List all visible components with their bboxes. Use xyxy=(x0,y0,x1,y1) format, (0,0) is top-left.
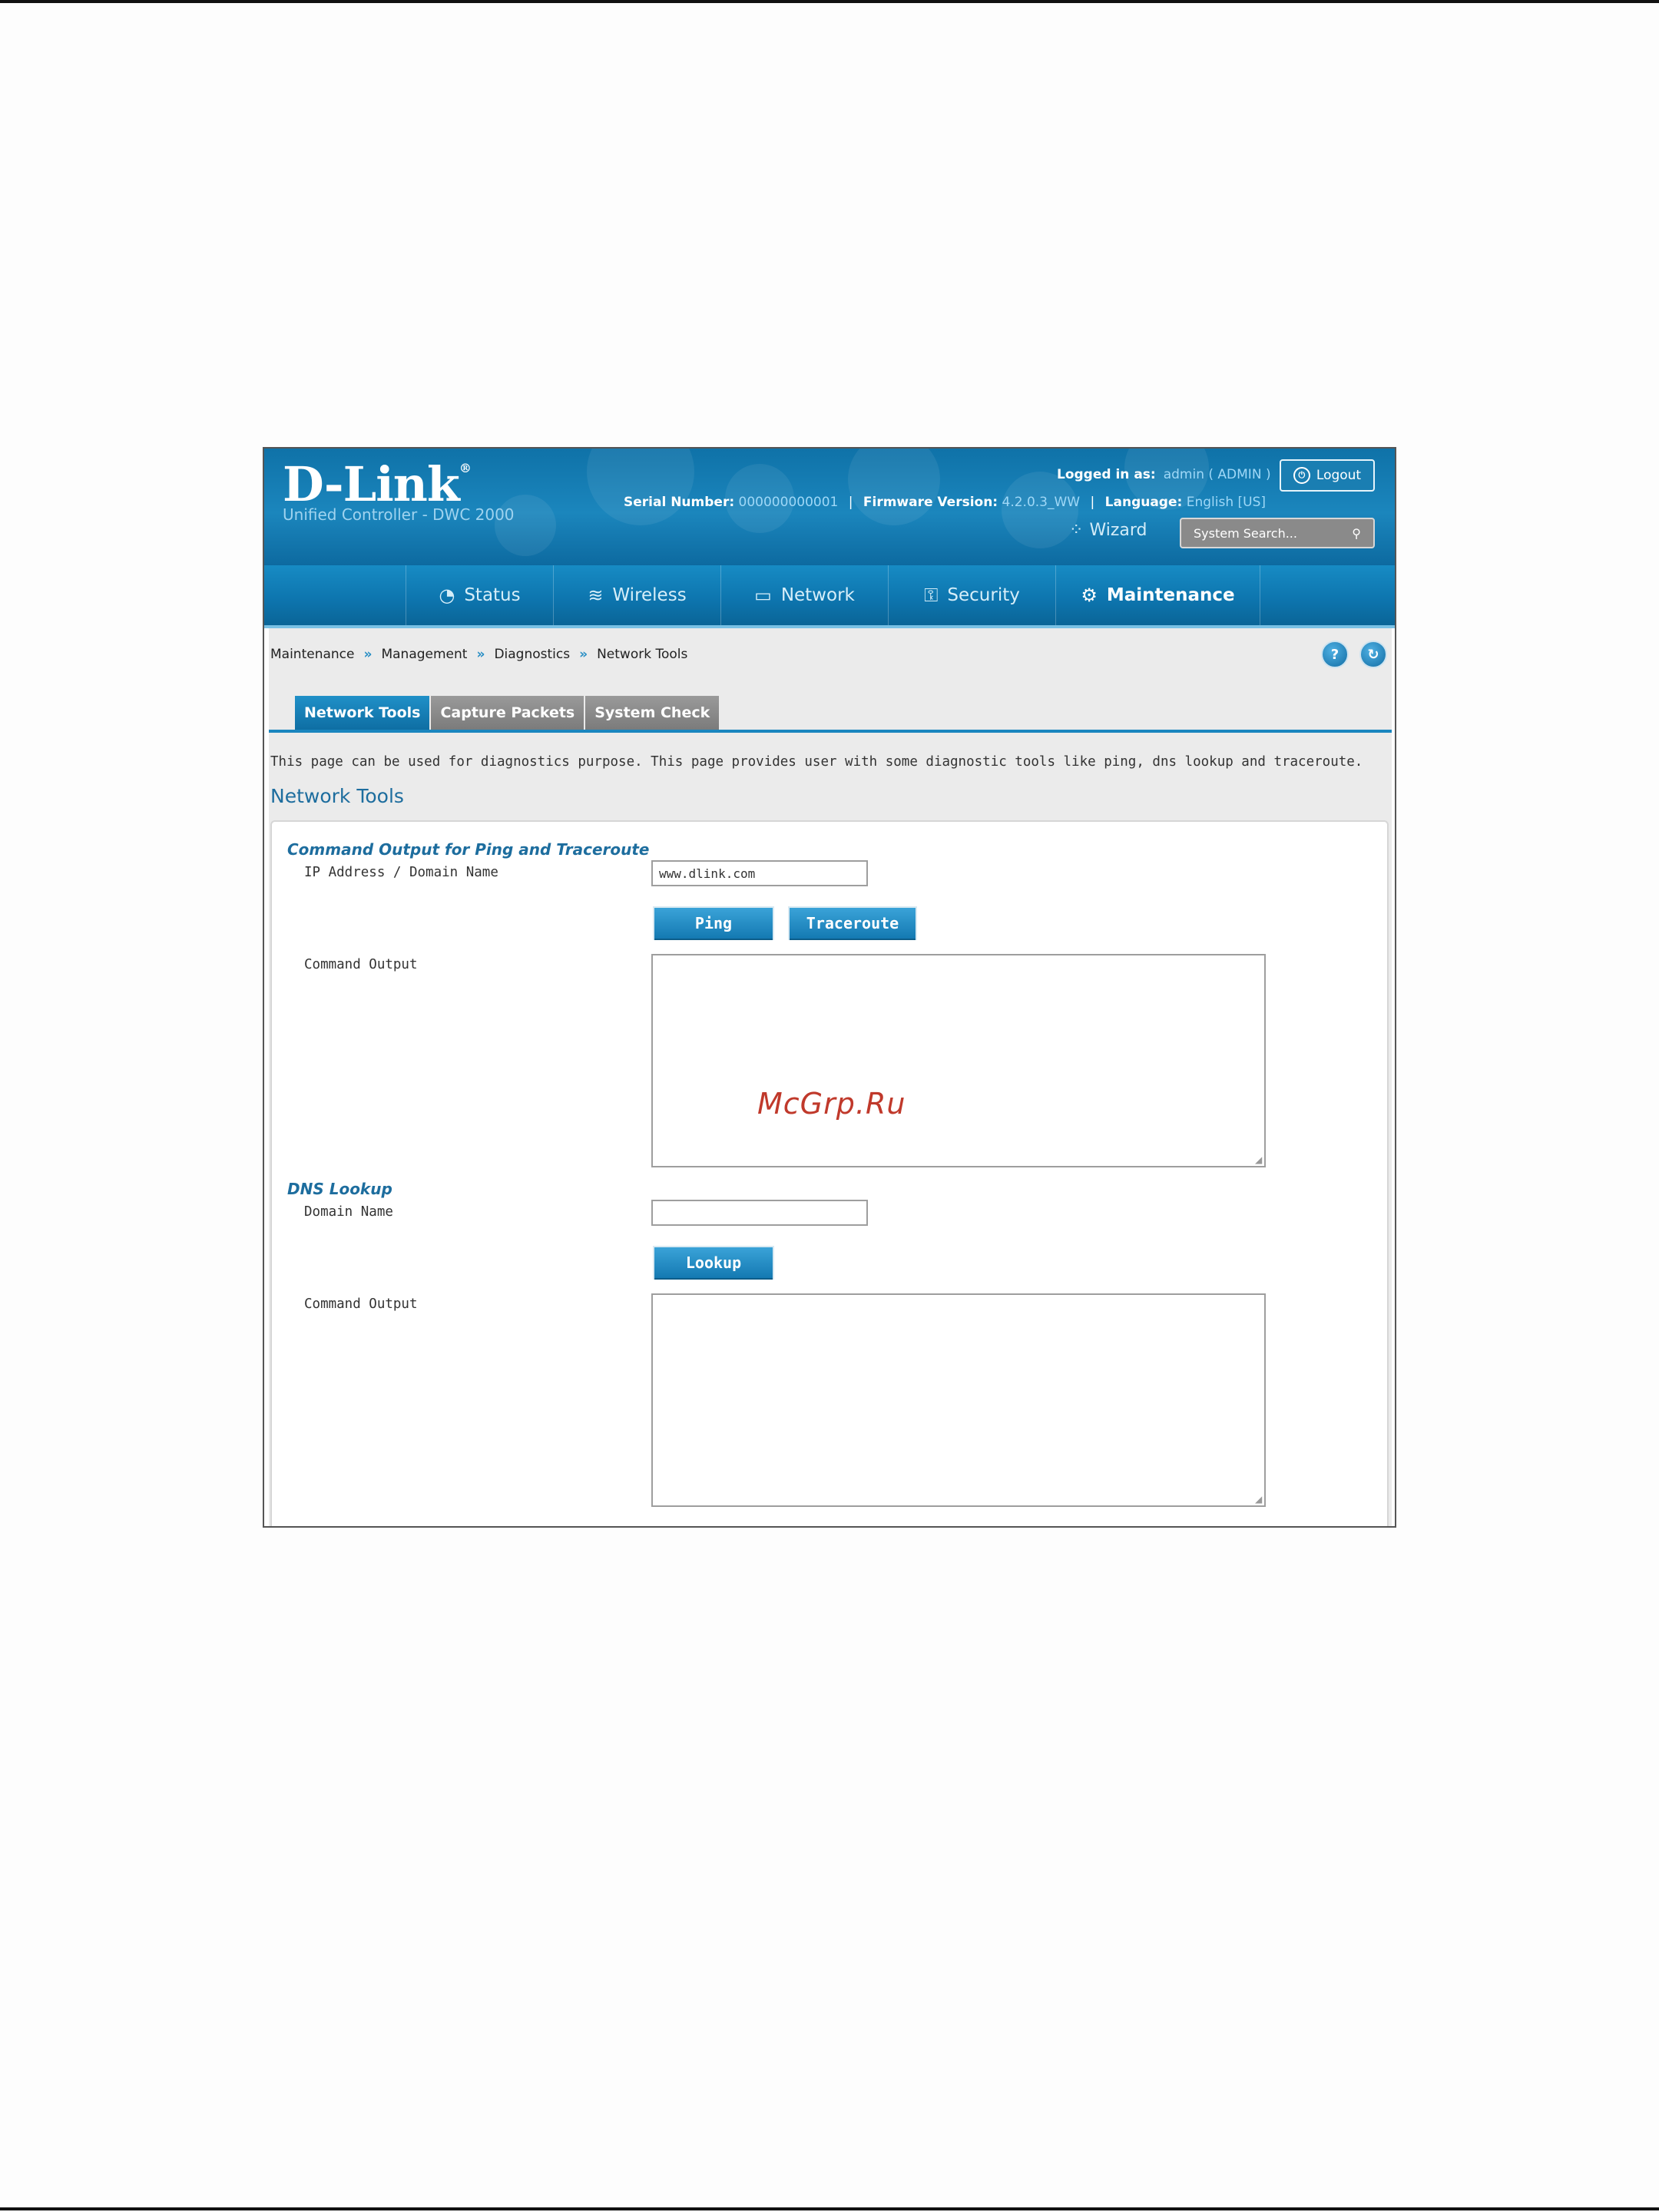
app-header: D-Link® Unified Controller - DWC 2000 Lo… xyxy=(264,449,1395,565)
wizard-link[interactable]: ⁘ Wizard xyxy=(1069,521,1147,540)
refresh-icon[interactable]: ↻ xyxy=(1359,641,1387,668)
dlink-logo: D-Link® xyxy=(283,456,472,512)
search-icon: ⚲ xyxy=(1352,525,1361,541)
nav-label-network: Network xyxy=(780,585,855,605)
breadcrumb-item[interactable]: Management xyxy=(381,647,467,662)
page-bottom-rule xyxy=(0,2207,1659,2210)
tab-system-check[interactable]: System Check xyxy=(585,696,720,730)
ping-section-legend: Command Output for Ping and Traceroute xyxy=(287,840,650,859)
lock-icon: ⚿ xyxy=(924,584,939,606)
page-description: This page can be used for diagnostics pu… xyxy=(270,754,1363,770)
nav-item-maintenance[interactable]: ⚙ Maintenance xyxy=(1055,565,1260,625)
domain-label: Domain Name xyxy=(304,1204,393,1220)
nav-item-wireless[interactable]: ≋ Wireless xyxy=(553,565,720,625)
breadcrumb-item[interactable]: Maintenance xyxy=(270,647,354,662)
wifi-icon: ≋ xyxy=(588,584,604,606)
dns-output-textarea[interactable] xyxy=(651,1293,1266,1507)
resize-grip-icon[interactable]: ◢ xyxy=(1255,1495,1264,1504)
ping-output-label: Command Output xyxy=(304,957,418,972)
ping-output-textarea[interactable] xyxy=(651,954,1266,1167)
breadcrumb: Maintenance» Management» Diagnostics» Netwo… xyxy=(270,647,688,662)
dns-output-label: Command Output xyxy=(304,1296,418,1312)
address-input[interactable] xyxy=(651,860,868,886)
breadcrumb-item: Network Tools xyxy=(597,647,688,662)
power-icon: ⏻ xyxy=(1293,467,1310,484)
device-meta: Serial Number: 000000000001 | Firmware V… xyxy=(624,495,1267,510)
ping-button[interactable]: Ping xyxy=(654,908,773,939)
breadcrumb-item[interactable]: Diagnostics xyxy=(494,647,570,662)
nav-item-security[interactable]: ⚿ Security xyxy=(888,565,1055,625)
tab-network-tools[interactable]: Network Tools xyxy=(295,696,430,730)
serial-label: Serial Number: xyxy=(624,495,735,510)
logout-button[interactable]: ⏻ Logout xyxy=(1280,459,1375,492)
screenshot-frame: D-Link® Unified Controller - DWC 2000 Lo… xyxy=(263,447,1396,1528)
nav-label-security: Security xyxy=(947,585,1020,605)
serial-value: 000000000001 xyxy=(738,495,839,510)
lookup-button[interactable]: Lookup xyxy=(654,1247,773,1278)
monitor-icon: ▭ xyxy=(754,584,772,606)
nav-label-status: Status xyxy=(464,585,521,605)
product-name: Unified Controller - DWC 2000 xyxy=(283,505,515,524)
page-title: Network Tools xyxy=(270,785,404,807)
login-info: Logged in as: admin ( ADMIN ) xyxy=(1057,467,1271,482)
wand-icon: ⁘ xyxy=(1069,521,1084,540)
search-placeholder: System Search... xyxy=(1194,525,1297,541)
firmware-value: 4.2.0.3_WW xyxy=(1002,495,1081,510)
domain-input[interactable] xyxy=(651,1200,868,1226)
wizard-label: Wizard xyxy=(1089,521,1147,540)
tab-underline xyxy=(269,730,1392,733)
main-nav: ◔ Status ≋ Wireless ▭ Network ⚿ Security… xyxy=(264,565,1395,628)
firmware-label: Firmware Version: xyxy=(863,495,998,510)
logged-in-label: Logged in as: xyxy=(1057,467,1156,482)
gear-icon: ⚙ xyxy=(1081,584,1098,606)
tab-bar: Network Tools Capture Packets System Che… xyxy=(295,696,720,730)
logout-label: Logout xyxy=(1316,468,1362,483)
logged-in-user[interactable]: admin ( ADMIN ) xyxy=(1164,467,1271,482)
system-search-input[interactable]: System Search... ⚲ xyxy=(1180,518,1375,548)
language-value[interactable]: English [US] xyxy=(1187,495,1266,510)
traceroute-button[interactable]: Traceroute xyxy=(790,908,916,939)
page-top-rule xyxy=(0,0,1659,3)
dns-section-legend: DNS Lookup xyxy=(287,1180,392,1198)
gauge-icon: ◔ xyxy=(439,584,455,606)
language-label: Language: xyxy=(1104,495,1183,510)
tab-capture-packets[interactable]: Capture Packets xyxy=(431,696,584,730)
address-label: IP Address / Domain Name xyxy=(304,865,498,880)
nav-item-network[interactable]: ▭ Network xyxy=(720,565,888,625)
help-icon[interactable]: ? xyxy=(1321,641,1349,668)
nav-item-status[interactable]: ◔ Status xyxy=(406,565,553,625)
watermark-text: McGrp.Ru xyxy=(757,1087,906,1121)
resize-grip-icon[interactable]: ◢ xyxy=(1255,1155,1264,1164)
nav-label-wireless: Wireless xyxy=(612,585,687,605)
nav-label-maintenance: Maintenance xyxy=(1106,585,1235,605)
